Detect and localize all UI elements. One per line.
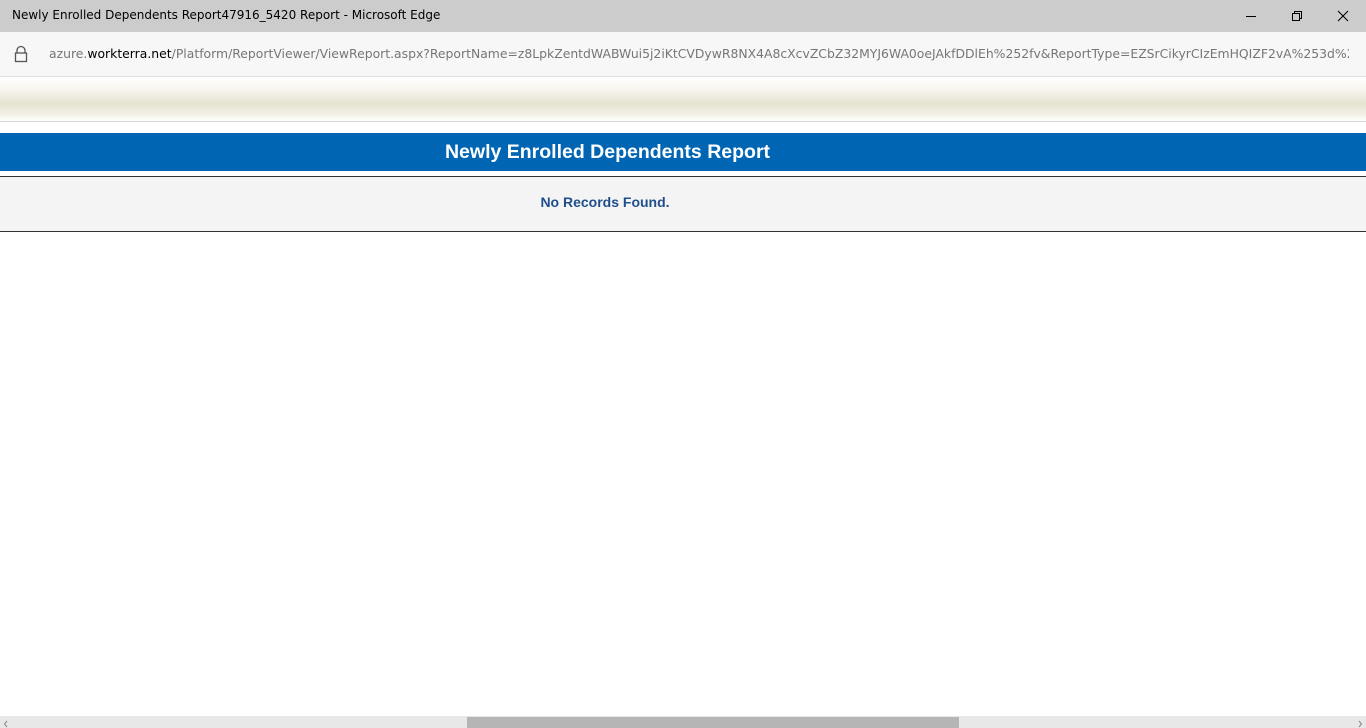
chevron-right-icon xyxy=(1357,713,1363,728)
restore-icon xyxy=(1291,10,1303,22)
no-records-panel: No Records Found. xyxy=(0,176,1366,232)
url-prefix: azure. xyxy=(49,46,88,61)
title-bar: Newly Enrolled Dependents Report47916_54… xyxy=(0,0,1366,32)
report-title: Newly Enrolled Dependents Report xyxy=(444,141,771,163)
scrollbar-thumb[interactable] xyxy=(467,717,959,728)
url-path: /Platform/ReportViewer/ViewReport.aspx?R… xyxy=(171,46,1349,61)
no-records-message: No Records Found. xyxy=(540,194,670,210)
horizontal-scrollbar[interactable] xyxy=(0,716,1366,728)
window-title: Newly Enrolled Dependents Report47916_54… xyxy=(12,8,441,22)
report-toolbar xyxy=(0,77,1366,122)
lock-icon[interactable] xyxy=(12,45,30,63)
url-field[interactable]: azure.workterra.net/Platform/ReportViewe… xyxy=(49,46,1349,61)
scroll-right-button[interactable] xyxy=(1354,716,1366,728)
url-host: workterra.net xyxy=(87,46,172,61)
restore-button[interactable] xyxy=(1274,0,1320,32)
close-button[interactable] xyxy=(1320,0,1366,32)
close-icon xyxy=(1337,10,1349,22)
report-header: Newly Enrolled Dependents Report xyxy=(0,133,1366,171)
minimize-button[interactable] xyxy=(1228,0,1274,32)
minimize-icon xyxy=(1245,10,1257,22)
address-bar: azure.workterra.net/Platform/ReportViewe… xyxy=(0,32,1366,77)
chevron-left-icon xyxy=(3,713,9,728)
scroll-left-button[interactable] xyxy=(0,716,12,728)
browser-window: Newly Enrolled Dependents Report47916_54… xyxy=(0,0,1366,728)
